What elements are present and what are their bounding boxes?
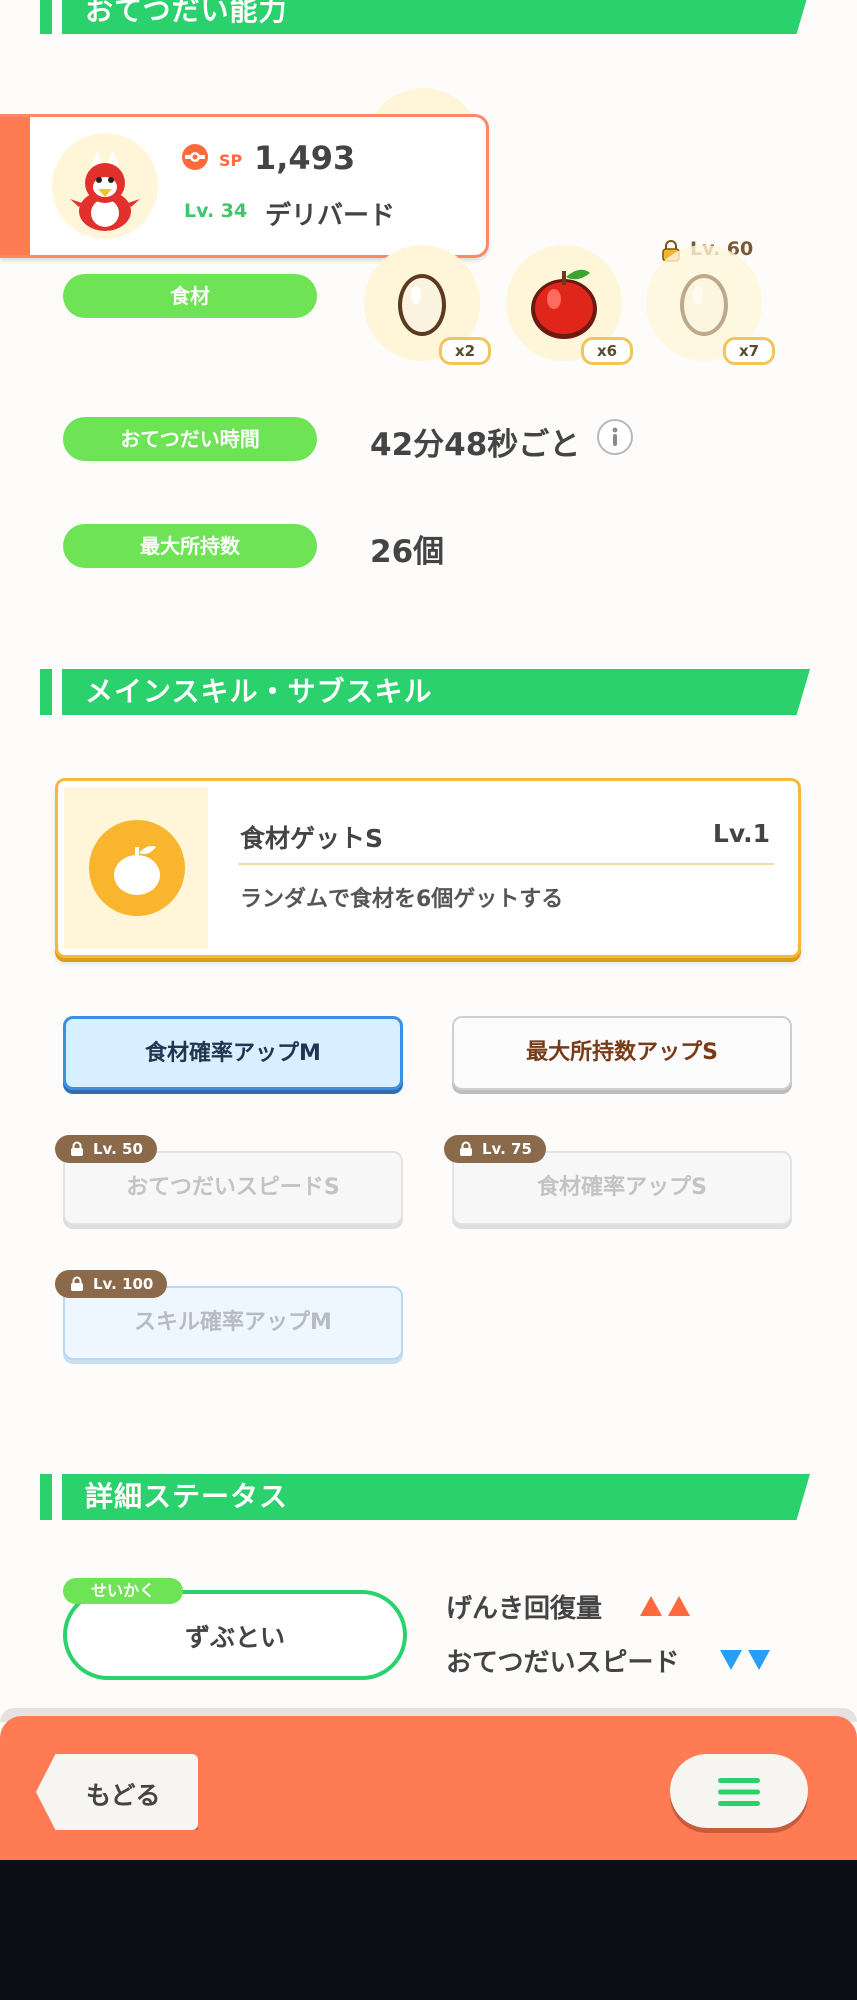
ingredients-label: 食材 — [63, 274, 317, 318]
down-stat-label: おてつだいスピード — [446, 1648, 680, 1678]
hamburger-menu-icon — [718, 1778, 760, 1806]
up-stat-label: げんき回復量 — [446, 1594, 603, 1624]
nature-tag: せいかく — [63, 1578, 183, 1604]
max-carry-value: 26個 — [370, 534, 445, 570]
back-button[interactable]: もどる — [36, 1754, 198, 1830]
lock-icon — [460, 1141, 472, 1156]
info-icon[interactable] — [596, 418, 634, 456]
back-label: もどる — [86, 1781, 161, 1810]
unlock-level: Lv. 100 — [93, 1275, 154, 1293]
max-carry-label: 最大所持数 — [63, 524, 317, 568]
ingredient-qty: x7 — [723, 337, 775, 365]
section-title: 詳細ステータス — [85, 1480, 289, 1513]
unlock-level: Lv. 50 — [93, 1140, 143, 1158]
egg-icon — [398, 274, 446, 336]
help-time-label: おてつだい時間 — [63, 417, 317, 461]
bottom-bar: もどる — [0, 1716, 857, 1860]
lock-tag-lv50: Lv. 50 — [55, 1135, 157, 1163]
nature-value: ずぶとい — [184, 1623, 285, 1652]
ingredient-skill-icon — [88, 819, 186, 917]
section-header-help: おてつだい能力 — [40, 0, 810, 34]
sub-skill-label: スキル確率アップM — [134, 1310, 332, 1335]
main-skill-card[interactable]: 食材ゲットS Lv.1 ランダムで食材を6個ゲットする — [55, 778, 801, 958]
sub-skill-label: 最大所持数アップS — [526, 1040, 718, 1065]
sub-skill-button-1[interactable]: 食材確率アップM — [63, 1016, 403, 1090]
pokemon-name: デリバード — [265, 201, 396, 231]
pokemon-avatar — [52, 133, 158, 239]
unlock-level: Lv. 75 — [482, 1140, 532, 1158]
section-title: おてつだい能力 — [85, 0, 288, 27]
section-title: メインスキル・サブスキル — [85, 675, 433, 708]
main-skill-divider — [238, 863, 774, 865]
ingredient-slot-3-locked[interactable]: Lv. 60 x7 — [646, 236, 775, 373]
sub-skill-label: おてつだいスピードS — [126, 1175, 340, 1200]
sub-skill-label: 食材確率アップS — [537, 1175, 707, 1200]
ingredient-slot-1[interactable]: x2 — [362, 243, 491, 373]
system-nav-area — [0, 1860, 857, 2000]
lock-icon — [71, 1141, 83, 1156]
main-skill-name: 食材ゲットS — [240, 824, 384, 853]
help-time-value: 42分48秒ごと — [370, 427, 581, 463]
apple-icon — [531, 269, 597, 339]
ingredient-qty: x2 — [439, 337, 491, 365]
lock-tag-lv100: Lv. 100 — [55, 1270, 168, 1298]
sp-value: 1,493 — [254, 139, 356, 177]
sub-skill-button-2[interactable]: 最大所持数アップS — [452, 1016, 792, 1090]
up-arrows-icon — [638, 1594, 694, 1618]
ingredient-qty: x6 — [581, 337, 633, 365]
pokemon-card[interactable]: SP 1,493 Lv. 34 デリバード — [0, 114, 489, 258]
sub-skill-label: 食材確率アップM — [145, 1041, 321, 1066]
main-skill-level: Lv.1 — [712, 819, 770, 848]
lock-icon — [71, 1276, 83, 1291]
section-header-skills: メインスキル・サブスキル — [40, 669, 810, 715]
sp-label: SP — [219, 151, 243, 170]
main-skill-description: ランダムで食材を6個ゲットする — [240, 887, 564, 912]
ingredient-slot-2[interactable]: x6 — [504, 243, 633, 373]
down-arrows-icon — [718, 1648, 774, 1672]
card-accent-stripe — [0, 117, 30, 255]
lock-tag-lv75: Lv. 75 — [444, 1135, 546, 1163]
sp-icon — [181, 143, 209, 171]
section-header-detail: 詳細ステータス — [40, 1474, 810, 1520]
pokemon-level: Lv. 34 — [184, 200, 248, 222]
menu-button[interactable] — [670, 1754, 808, 1828]
egg-icon — [680, 274, 728, 336]
